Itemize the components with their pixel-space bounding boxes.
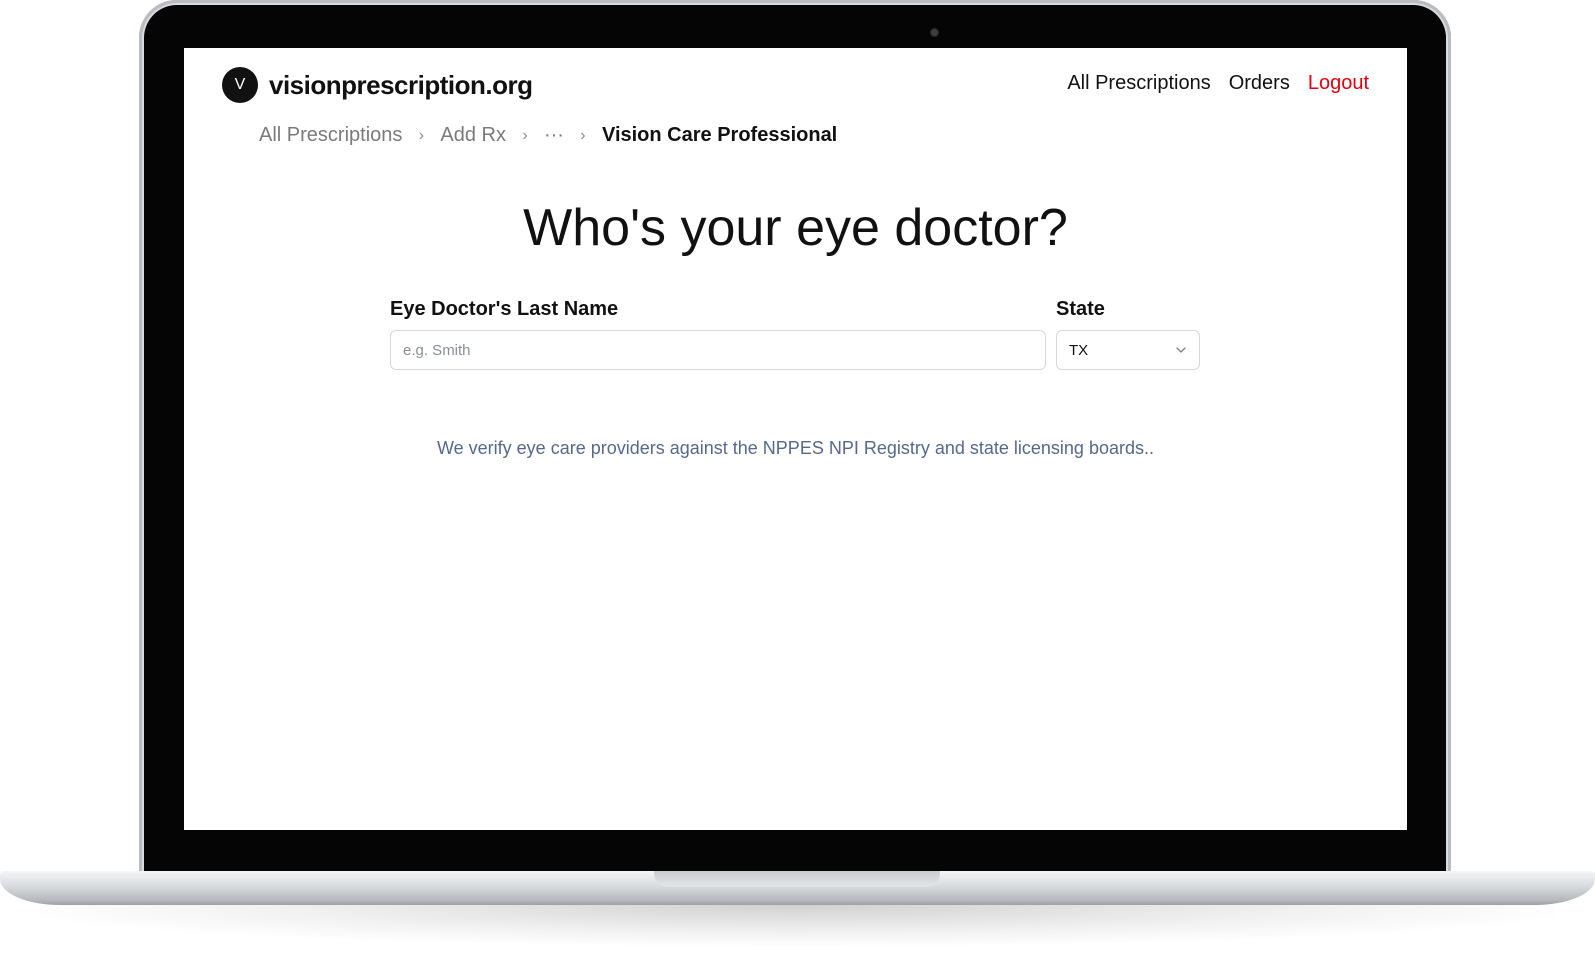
site-logo[interactable]: V visionprescription.org xyxy=(222,67,533,103)
chevron-right-icon: › xyxy=(522,126,528,144)
state-field: State TX xyxy=(1056,298,1200,370)
chevron-right-icon: › xyxy=(418,126,425,144)
last-name-input[interactable] xyxy=(390,330,1046,370)
device-shadow xyxy=(40,905,1555,945)
site-name: visionprescription.org xyxy=(269,69,533,100)
site-header: V visionprescription.org All Prescriptio… xyxy=(184,48,1407,118)
breadcrumb-all-prescriptions[interactable]: All Prescriptions xyxy=(259,124,402,147)
nav-orders[interactable]: Orders xyxy=(1229,72,1290,95)
page-title: Who's your eye doctor? xyxy=(523,199,1068,257)
state-label: State xyxy=(1056,298,1105,320)
doctor-search-form: Eye Doctor's Last Name State TX xyxy=(390,298,1200,370)
verification-info: We verify eye care providers against the… xyxy=(436,438,1154,458)
breadcrumb-add-rx[interactable]: Add Rx xyxy=(440,124,506,147)
camera-icon xyxy=(930,28,939,37)
nav-logout[interactable]: Logout xyxy=(1308,72,1369,95)
last-name-field: Eye Doctor's Last Name xyxy=(390,298,1046,370)
last-name-label: Eye Doctor's Last Name xyxy=(390,298,619,320)
main-nav: All Prescriptions Orders Logout xyxy=(1067,72,1369,95)
chevron-down-icon xyxy=(1176,347,1186,353)
laptop-notch xyxy=(654,871,940,887)
breadcrumb-ellipsis[interactable]: ··· xyxy=(544,124,564,147)
chevron-right-icon: › xyxy=(580,126,586,144)
browser-viewport: V visionprescription.org All Prescriptio… xyxy=(184,48,1407,830)
logo-badge: V xyxy=(222,67,258,103)
state-selected-value: TX xyxy=(1069,341,1089,359)
breadcrumb-current: Vision Care Professional xyxy=(601,124,838,146)
device-mockup: V visionprescription.org All Prescriptio… xyxy=(0,0,1595,965)
breadcrumb: All Prescriptions › Add Rx › ··· › Visio… xyxy=(259,124,837,147)
state-select[interactable]: TX xyxy=(1056,330,1200,370)
nav-all-prescriptions[interactable]: All Prescriptions xyxy=(1067,72,1210,95)
